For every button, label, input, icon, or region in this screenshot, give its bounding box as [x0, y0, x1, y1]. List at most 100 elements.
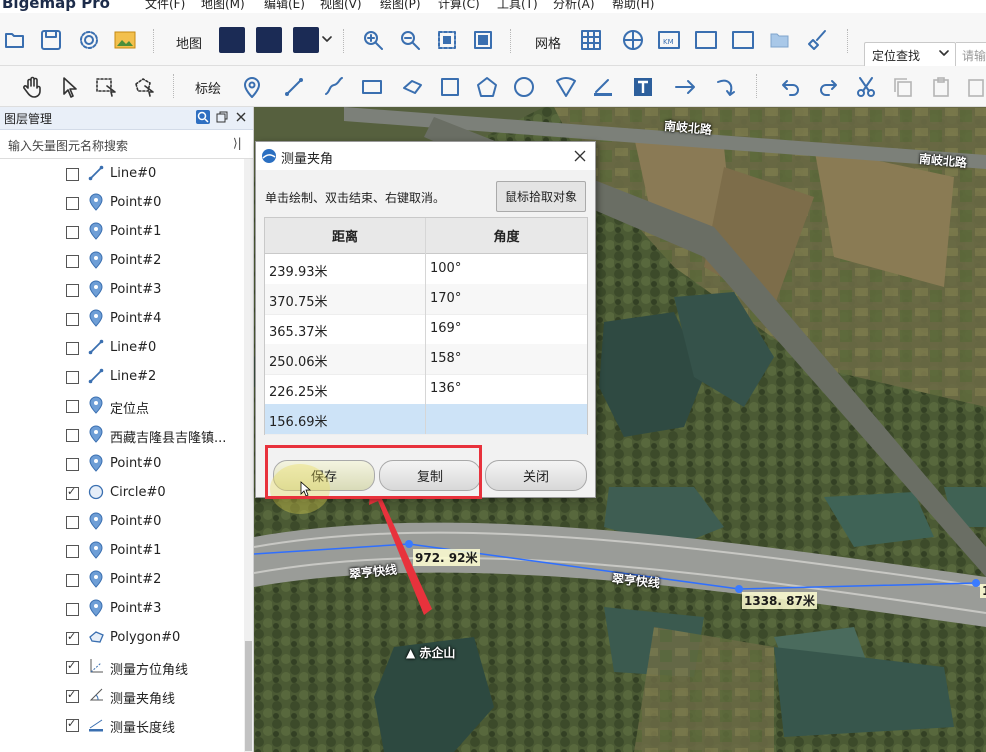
- layer-list-scrollbar[interactable]: [244, 159, 253, 752]
- cut-scissors-icon[interactable]: [853, 74, 879, 100]
- lnglat-grid-icon[interactable]: [620, 28, 646, 52]
- layer-item[interactable]: Point#0: [0, 450, 244, 479]
- draw-point-icon[interactable]: [240, 73, 264, 101]
- draw-curved-arrow-icon[interactable]: [713, 74, 739, 100]
- map-layer-switch-icon[interactable]: [293, 27, 319, 53]
- draw-freeform-icon[interactable]: [399, 74, 425, 100]
- menu-edit[interactable]: 编辑(E): [264, 0, 305, 12]
- layer-visibility-checkbox[interactable]: [66, 197, 79, 210]
- layer-visibility-checkbox[interactable]: [66, 371, 79, 384]
- layer-item[interactable]: Point#4: [0, 305, 244, 334]
- chevron-down-icon[interactable]: [321, 33, 333, 45]
- menu-view[interactable]: 视图(V): [320, 0, 362, 12]
- collapse-arrow-icon[interactable]: ⟩|: [233, 136, 242, 150]
- layer-item[interactable]: 测量方位角线: [0, 653, 244, 682]
- menu-draw[interactable]: 绘图(P): [380, 0, 421, 12]
- draw-curve-icon[interactable]: [321, 74, 347, 100]
- zoom-extent-icon[interactable]: [435, 28, 459, 52]
- draw-line-icon[interactable]: [281, 74, 307, 100]
- search-icon[interactable]: [196, 110, 210, 124]
- undo-icon[interactable]: [778, 74, 804, 100]
- layer-visibility-checkbox[interactable]: [66, 717, 79, 732]
- column-header-angle[interactable]: 角度: [426, 218, 587, 254]
- text-annotation-icon[interactable]: [630, 74, 656, 100]
- layer-item[interactable]: Point#0: [0, 189, 244, 218]
- layer-visibility-checkbox[interactable]: [66, 313, 79, 326]
- menu-map[interactable]: 地图(M): [201, 0, 245, 12]
- locate-mode-select[interactable]: 定位查找: [864, 42, 956, 68]
- layer-visibility-checkbox[interactable]: [66, 485, 79, 500]
- layer-item[interactable]: Line#0: [0, 160, 244, 189]
- dialog-titlebar[interactable]: 测量夹角: [256, 142, 595, 170]
- column-header-distance[interactable]: 距离: [265, 218, 425, 254]
- draw-circle-icon[interactable]: [511, 74, 537, 100]
- layer-item[interactable]: Line#0: [0, 334, 244, 363]
- settings-gear-icon[interactable]: [77, 28, 101, 52]
- select-arrow-icon[interactable]: [58, 74, 82, 100]
- zoom-out-icon[interactable]: [398, 28, 422, 52]
- layer-item[interactable]: Polygon#0: [0, 624, 244, 653]
- layer-item[interactable]: Point#1: [0, 218, 244, 247]
- layer-visibility-checkbox[interactable]: [66, 630, 79, 645]
- menu-help[interactable]: 帮助(H): [612, 0, 654, 12]
- layer-item[interactable]: Point#0: [0, 508, 244, 537]
- menu-analysis[interactable]: 分析(A): [553, 0, 595, 12]
- km-grid-icon[interactable]: KM: [656, 28, 682, 52]
- full-extent-icon[interactable]: [471, 28, 495, 52]
- layer-item[interactable]: 西藏吉隆县吉隆镇...: [0, 421, 244, 450]
- layer-visibility-checkbox[interactable]: [66, 574, 79, 587]
- table-row[interactable]: 370.75米 170°: [265, 284, 587, 315]
- layer-visibility-checkbox[interactable]: [66, 458, 79, 471]
- layer-visibility-checkbox[interactable]: [66, 659, 79, 674]
- menu-calc[interactable]: 计算(C): [438, 0, 480, 12]
- save-disk-icon[interactable]: [39, 28, 63, 52]
- layer-filter-input[interactable]: 输入矢量图元名称搜索 ⟩|: [0, 130, 253, 159]
- draw-arrow-icon[interactable]: [673, 74, 699, 100]
- measure-ruler-icon[interactable]: [590, 74, 616, 100]
- layer-visibility-checkbox[interactable]: [66, 284, 79, 297]
- close-button[interactable]: 关闭: [485, 460, 587, 491]
- layer-item[interactable]: Point#2: [0, 566, 244, 595]
- layer-visibility-checkbox[interactable]: [66, 168, 79, 181]
- menu-tools[interactable]: 工具(T): [497, 0, 538, 12]
- layer-item[interactable]: 测量夹角线: [0, 682, 244, 711]
- layer-item[interactable]: Point#3: [0, 595, 244, 624]
- locate-search-input[interactable]: 请输: [956, 42, 986, 68]
- clear-broom-icon[interactable]: [806, 28, 830, 52]
- more-tool-icon[interactable]: [964, 74, 986, 100]
- layer-item[interactable]: 定位点: [0, 392, 244, 421]
- grid-icon[interactable]: [579, 28, 603, 52]
- open-folder-icon[interactable]: [3, 28, 27, 52]
- layer-item[interactable]: Point#2: [0, 247, 244, 276]
- layer-item[interactable]: Circle#0: [0, 479, 244, 508]
- layer-visibility-checkbox[interactable]: [66, 400, 79, 413]
- draw-pentagon-icon[interactable]: [474, 74, 500, 100]
- draw-square-icon[interactable]: [437, 74, 463, 100]
- float-window-icon[interactable]: [215, 110, 229, 124]
- pan-hand-icon[interactable]: [20, 74, 46, 100]
- layer-visibility-checkbox[interactable]: [66, 429, 79, 442]
- table-row[interactable]: 156.69米: [265, 404, 587, 435]
- table-row[interactable]: 239.93米 100°: [265, 254, 587, 285]
- polygon-select-icon[interactable]: [131, 74, 157, 100]
- import-folder-icon[interactable]: [768, 28, 792, 52]
- table-row[interactable]: 226.25米 136°: [265, 374, 587, 405]
- layer-item[interactable]: Point#3: [0, 276, 244, 305]
- box-select-icon[interactable]: [93, 74, 119, 100]
- draw-rectangle-icon[interactable]: [358, 74, 386, 100]
- layer-visibility-checkbox[interactable]: [66, 342, 79, 355]
- layer-item[interactable]: Point#1: [0, 537, 244, 566]
- nhm-grid-icon[interactable]: [693, 28, 719, 52]
- map-layer-night-icon[interactable]: [256, 27, 282, 53]
- close-icon[interactable]: [234, 110, 248, 124]
- layer-visibility-checkbox[interactable]: [66, 603, 79, 616]
- menu-file[interactable]: 文件(F): [145, 0, 185, 12]
- layer-visibility-checkbox[interactable]: [66, 226, 79, 239]
- layer-visibility-checkbox[interactable]: [66, 688, 79, 703]
- paste-icon[interactable]: [929, 74, 955, 100]
- pick-object-button[interactable]: 鼠标拾取对象: [496, 181, 586, 212]
- table-row[interactable]: 250.06米 158°: [265, 344, 587, 375]
- close-icon[interactable]: [572, 148, 588, 164]
- layer-visibility-checkbox[interactable]: [66, 516, 79, 529]
- layer-item[interactable]: 测量长度线: [0, 711, 244, 740]
